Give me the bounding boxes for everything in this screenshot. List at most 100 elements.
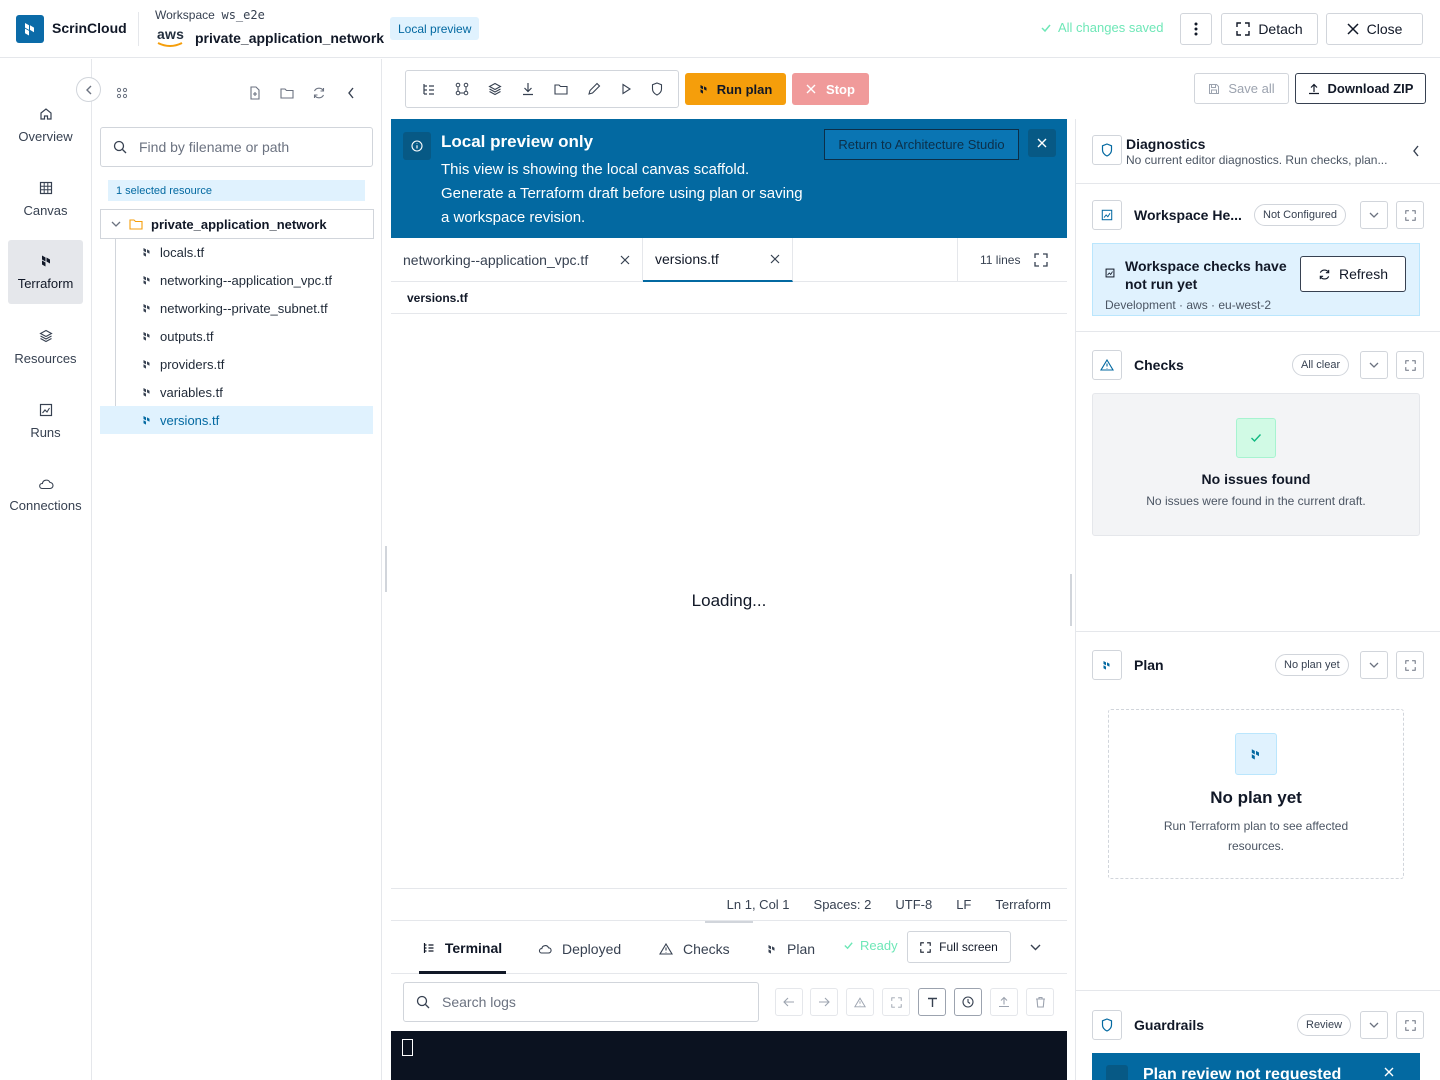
collapse-bottom-panel-button[interactable] <box>1026 938 1044 956</box>
folder-icon[interactable] <box>553 83 568 95</box>
log-search-input[interactable]: Search logs <box>403 982 759 1022</box>
cursor-position[interactable]: Ln 1, Col 1 <box>727 897 790 912</box>
terraform-icon <box>700 85 707 94</box>
save-all-button[interactable]: Save all <box>1194 73 1289 104</box>
tab-plan[interactable]: Plan <box>767 924 815 974</box>
collapse-panel-icon[interactable] <box>342 84 360 102</box>
shield-icon[interactable] <box>651 82 663 96</box>
collapse-nav-button[interactable] <box>76 77 101 102</box>
clock-icon[interactable] <box>954 988 982 1016</box>
terraform-icon <box>1235 733 1277 775</box>
warning-filter-icon[interactable] <box>846 988 874 1016</box>
chevron-down-icon <box>1369 212 1379 218</box>
tab-deployed[interactable]: Deployed <box>538 924 621 974</box>
local-preview-banner: Local preview only This view is showing … <box>391 119 1067 238</box>
new-folder-icon[interactable] <box>278 84 296 102</box>
encoding[interactable]: UTF-8 <box>895 897 932 912</box>
line-ending[interactable]: LF <box>956 897 971 912</box>
file-item-active[interactable]: versions.tf <box>100 406 373 434</box>
close-button[interactable]: Close <box>1326 13 1423 45</box>
arrow-left-icon[interactable] <box>775 988 803 1016</box>
download-icon[interactable] <box>521 82 535 96</box>
terminal-output[interactable] <box>391 1031 1067 1080</box>
maximize-section-button[interactable] <box>1396 1011 1424 1039</box>
close-tab-icon[interactable] <box>770 254 780 264</box>
file-item[interactable]: networking--application_vpc.tf <box>100 266 373 294</box>
folder-row[interactable]: private_application_network <box>100 209 374 239</box>
arrow-right-icon[interactable] <box>810 988 838 1016</box>
full-screen-button[interactable]: Full screen <box>907 931 1011 963</box>
resizer-grip[interactable] <box>385 546 387 592</box>
file-search-input[interactable]: Find by filename or path <box>100 127 373 167</box>
export-icon[interactable] <box>990 988 1018 1016</box>
text-format-icon[interactable] <box>918 988 946 1016</box>
expand-section-button[interactable] <box>1360 1011 1388 1039</box>
refresh-icon[interactable] <box>310 84 328 102</box>
bottom-panel-resizer[interactable] <box>705 921 753 923</box>
maximize-section-button[interactable] <box>1396 651 1424 679</box>
layers-icon[interactable] <box>487 82 502 96</box>
project-name: private_application_network <box>195 30 385 46</box>
file-item[interactable]: locals.tf <box>100 238 373 266</box>
maximize-section-button[interactable] <box>1396 351 1424 379</box>
nav-item-resources[interactable]: Resources <box>8 315 83 379</box>
more-menu-button[interactable] <box>1180 13 1212 45</box>
selected-resource-badge[interactable]: 1 selected resource <box>108 180 365 201</box>
indentation[interactable]: Spaces: 2 <box>814 897 872 912</box>
code-editor[interactable]: Loading... <box>391 314 1067 888</box>
guardrails-title: Guardrails <box>1134 1017 1205 1033</box>
drag-handle-icon[interactable] <box>113 84 131 102</box>
nav-item-canvas[interactable]: Canvas <box>8 167 83 231</box>
nav-label-connections: Connections <box>9 497 82 513</box>
callout-title: Workspace checks have not run yet <box>1125 257 1287 293</box>
file-item[interactable]: providers.tf <box>100 350 373 378</box>
language-mode[interactable]: Terraform <box>995 897 1051 912</box>
maximize-section-button[interactable] <box>1396 201 1424 229</box>
expand-section-button[interactable] <box>1360 201 1388 229</box>
stop-button[interactable]: Stop <box>792 73 869 105</box>
tab-networking-application-vpc[interactable]: networking--application_vpc.tf <box>391 238 643 282</box>
tab-checks[interactable]: Checks <box>659 924 730 974</box>
terraform-icon <box>41 255 50 266</box>
refresh-button[interactable]: Refresh <box>1300 256 1406 292</box>
banner-line: Generate a Terraform draft before using … <box>441 185 803 202</box>
callout-title-line: not run yet <box>1125 276 1198 292</box>
trash-icon[interactable] <box>1026 988 1054 1016</box>
nav-item-overview[interactable]: Overview <box>8 93 83 157</box>
expand-section-button[interactable] <box>1360 651 1388 679</box>
maximize-icon[interactable] <box>1034 253 1049 267</box>
run-plan-button[interactable]: Run plan <box>685 73 786 105</box>
close-tab-icon[interactable] <box>620 255 630 265</box>
banner-close-button[interactable] <box>1028 129 1056 157</box>
graph-icon[interactable] <box>455 82 469 96</box>
tab-terminal[interactable]: Terminal <box>419 924 506 974</box>
detach-button[interactable]: Detach <box>1221 13 1318 45</box>
terminal-status: Ready <box>843 938 898 953</box>
collapse-diagnostics-button[interactable] <box>1408 143 1424 159</box>
status-badge: Not Configured <box>1254 204 1346 226</box>
panel-resizer[interactable] <box>381 59 391 1080</box>
file-item[interactable]: outputs.tf <box>100 322 373 350</box>
new-file-icon[interactable] <box>246 84 264 102</box>
tab-versions[interactable]: versions.tf <box>643 238 793 282</box>
close-icon[interactable] <box>1384 1067 1394 1077</box>
edit-icon[interactable] <box>587 82 601 96</box>
terraform-file-icon <box>143 276 150 285</box>
expand-section-button[interactable] <box>1360 351 1388 379</box>
file-item[interactable]: variables.tf <box>100 378 373 406</box>
nav-item-terraform[interactable]: Terraform <box>8 240 83 304</box>
expand-icon <box>1236 22 1251 36</box>
right-panel-resizer[interactable] <box>1067 119 1076 1080</box>
nav-item-runs[interactable]: Runs <box>8 389 83 453</box>
return-to-studio-button[interactable]: Return to Architecture Studio <box>824 129 1019 160</box>
resizer-grip[interactable] <box>1070 574 1072 626</box>
download-zip-button[interactable]: Download ZIP <box>1295 73 1426 104</box>
expand-icon[interactable] <box>882 988 910 1016</box>
play-icon[interactable] <box>620 83 632 95</box>
nav-item-connections[interactable]: Connections <box>8 463 83 527</box>
upload-icon <box>1308 83 1319 94</box>
layers-icon <box>38 329 53 342</box>
outline-icon[interactable] <box>422 82 436 96</box>
file-item[interactable]: networking--private_subnet.tf <box>100 294 373 322</box>
chevron-down-icon <box>1369 362 1379 368</box>
